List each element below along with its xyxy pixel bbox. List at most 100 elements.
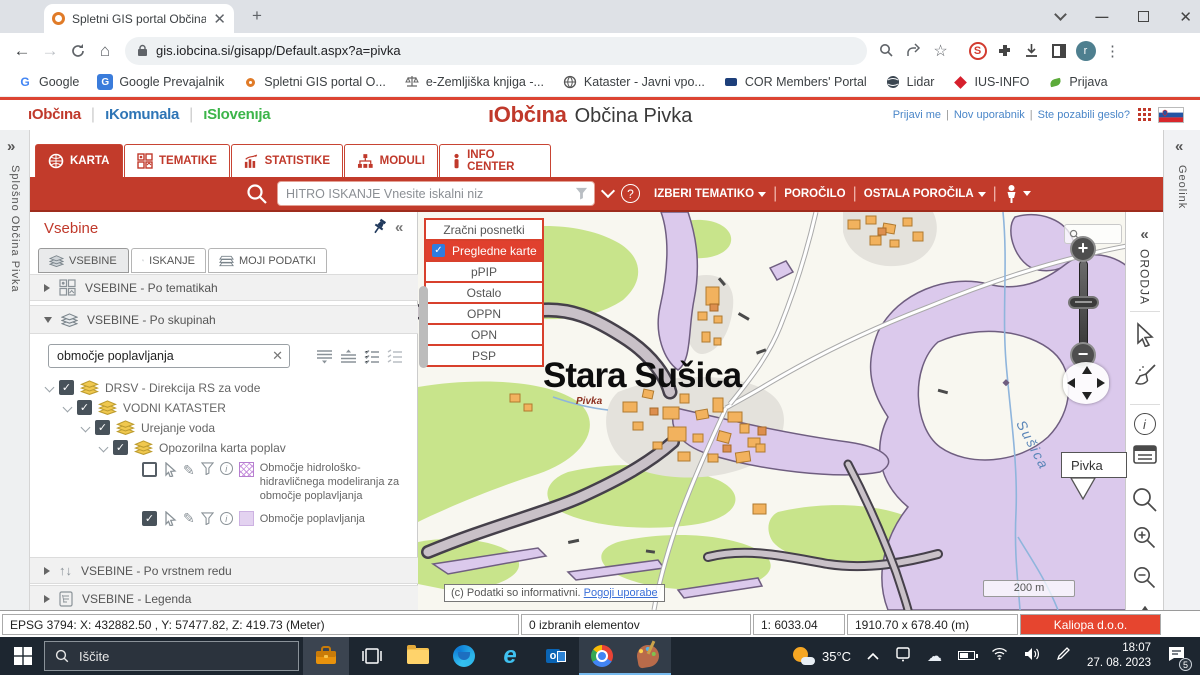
basemap-opn[interactable]: OPN [424, 323, 544, 346]
bookmark-translate[interactable]: G Google Prevajalnik [90, 71, 231, 93]
pan-right-icon[interactable] [1097, 378, 1105, 388]
tab-moji-podatki[interactable]: MOJI PODATKI [208, 248, 327, 273]
terms-link[interactable]: Pogoji uporabe [584, 587, 658, 599]
zoom-in-button[interactable]: + [1070, 236, 1096, 262]
right-collapse-strip[interactable]: « Geolink [1163, 130, 1200, 610]
edge-button[interactable] [441, 637, 487, 675]
logo-ikomunala[interactable]: ıKomunala [105, 106, 179, 123]
tab-karta[interactable]: KARTA [35, 144, 123, 177]
pan-left-icon[interactable] [1067, 378, 1075, 388]
checkbox-checked[interactable]: ✓ [142, 511, 157, 526]
info-circle-icon[interactable]: i [219, 512, 233, 525]
bookmark-star-icon[interactable]: ☆ [927, 41, 954, 61]
filter-icon[interactable] [200, 512, 214, 525]
section-po-skupinah[interactable]: VSEBINE - Po skupinah [30, 305, 418, 334]
tablet-mode-icon[interactable] [895, 646, 911, 667]
reload-icon[interactable] [64, 43, 91, 59]
forgot-password-link[interactable]: Ste pozabili geslo? [1038, 109, 1130, 121]
share-icon[interactable] [900, 43, 927, 58]
back-icon[interactable]: ← [8, 41, 36, 61]
bookmark-kataster[interactable]: Kataster - Javni vpo... [555, 71, 712, 93]
filter-icon[interactable] [200, 462, 214, 475]
weather-widget[interactable]: 35°C [793, 647, 851, 665]
clear-tool-icon[interactable] [1132, 362, 1158, 392]
new-user-link[interactable]: Nov uporabnik [954, 109, 1025, 121]
scrollbar-thumb[interactable] [419, 286, 428, 368]
street-view-icon[interactable] [1004, 184, 1031, 204]
highlight-icon[interactable]: ✎ [183, 510, 195, 527]
chrome-button[interactable] [579, 637, 625, 675]
briefcase-app-button[interactable] [303, 637, 349, 675]
download-icon[interactable] [1018, 43, 1045, 58]
onedrive-cloud-icon[interactable]: ☁ [927, 647, 942, 665]
paint-app-button[interactable] [625, 637, 671, 675]
clear-search-icon[interactable]: ✕ [272, 348, 283, 364]
tree-node-vodni-kataster[interactable]: ✓ VODNI KATASTER [62, 400, 226, 415]
tree-node-opozorilna-karta[interactable]: ✓ Opozorilna karta poplav [98, 440, 286, 455]
outlook-button[interactable]: o [533, 637, 579, 675]
info-circle-icon[interactable]: i [219, 462, 233, 475]
clock-widget[interactable]: 18:07 27. 08. 2023 [1087, 641, 1151, 671]
pin-icon[interactable] [370, 218, 388, 236]
extensions-puzzle-icon[interactable] [991, 43, 1018, 59]
restore-icon[interactable] [1138, 11, 1150, 22]
tab-tematike[interactable]: TEMATIKE [124, 144, 230, 177]
quick-search-icon[interactable] [245, 182, 269, 206]
expand-left-panel-icon[interactable]: » [7, 138, 29, 155]
tab-search-icon[interactable] [1054, 8, 1068, 21]
extension-s-icon[interactable]: S [964, 41, 991, 60]
zoom-slider-handle[interactable] [1068, 296, 1099, 309]
home-icon[interactable]: ⌂ [91, 41, 119, 61]
tray-chevron-up-icon[interactable] [867, 647, 879, 665]
layer-search-input[interactable] [48, 344, 290, 368]
pan-down-icon[interactable] [1082, 392, 1092, 400]
tab-statistike[interactable]: STATISTIKE [231, 144, 343, 177]
search-tool-icon[interactable] [1131, 486, 1158, 518]
zoom-in-tool-icon[interactable] [1132, 525, 1157, 555]
basemap-oppn[interactable]: OPPN [424, 302, 544, 325]
help-icon[interactable]: ? [621, 184, 640, 203]
vendor-link[interactable]: Kaliopa d.o.o. [1020, 614, 1161, 635]
highlight-icon[interactable]: ✎ [183, 462, 195, 479]
checkbox-unchecked[interactable] [142, 462, 157, 477]
info-tool-icon[interactable]: i [1133, 413, 1156, 436]
section-legenda[interactable]: VSEBINE - Legenda [30, 585, 418, 612]
start-button[interactable] [0, 637, 46, 675]
notification-center-icon[interactable]: 5 [1167, 645, 1192, 671]
uncheck-all-icon[interactable] [387, 348, 403, 364]
tab-close-icon[interactable]: ✕ [213, 10, 226, 28]
select-cursor-icon[interactable] [163, 462, 177, 477]
side-panel-icon[interactable] [1045, 43, 1072, 58]
expand-all-icon[interactable] [316, 349, 333, 364]
bookmark-google[interactable]: G Google [10, 71, 86, 93]
tab-info-center[interactable]: INFO CENTER [439, 144, 551, 177]
internet-explorer-button[interactable]: e [487, 637, 533, 675]
bookmark-iusinfo[interactable]: IUS-INFO [945, 71, 1036, 93]
search-dropdown-chevron-icon[interactable] [600, 183, 616, 199]
menu-kebab-icon[interactable]: ⋮ [1099, 42, 1126, 60]
logo-iobcina[interactable]: ıObčına [28, 106, 81, 123]
apps-grid-icon[interactable] [1138, 108, 1152, 122]
basemap-ostalo[interactable]: Ostalo [424, 281, 544, 304]
avatar[interactable]: r [1072, 40, 1099, 61]
browser-tab[interactable]: Spletni GIS portal Občina Pivka ✕ [44, 4, 234, 33]
checkbox-checked[interactable]: ✓ [95, 420, 110, 435]
minimize-icon[interactable]: — [1095, 9, 1108, 24]
taskbar-search[interactable]: Iščite [44, 641, 299, 671]
forward-icon[interactable]: → [36, 41, 64, 61]
select-tool-icon[interactable] [1133, 322, 1157, 352]
task-view-button[interactable] [349, 637, 395, 675]
close-icon[interactable]: ✕ [1179, 8, 1192, 26]
bookmark-prijava[interactable]: Prijava [1040, 71, 1114, 93]
bookmark-zemljiska[interactable]: e-Zemljiška knjiga -... [397, 71, 551, 93]
porocilo-menu[interactable]: POROČILO [784, 188, 845, 200]
basemap-pregledne-karte[interactable]: ✓ Pregledne karte [424, 239, 544, 262]
check-all-icon[interactable] [364, 349, 380, 364]
section-po-tematikah[interactable]: VSEBINE - Po tematikah [30, 274, 418, 301]
login-link[interactable]: Prijavi me [893, 109, 941, 121]
quick-search-input[interactable] [277, 181, 595, 206]
basemap-ppip[interactable]: pPIP [424, 260, 544, 283]
bookmark-cor[interactable]: COR Members' Portal [716, 71, 874, 93]
report-tool-icon[interactable] [1132, 445, 1157, 470]
bookmark-gis-portal[interactable]: Spletni GIS portal O... [235, 71, 393, 93]
